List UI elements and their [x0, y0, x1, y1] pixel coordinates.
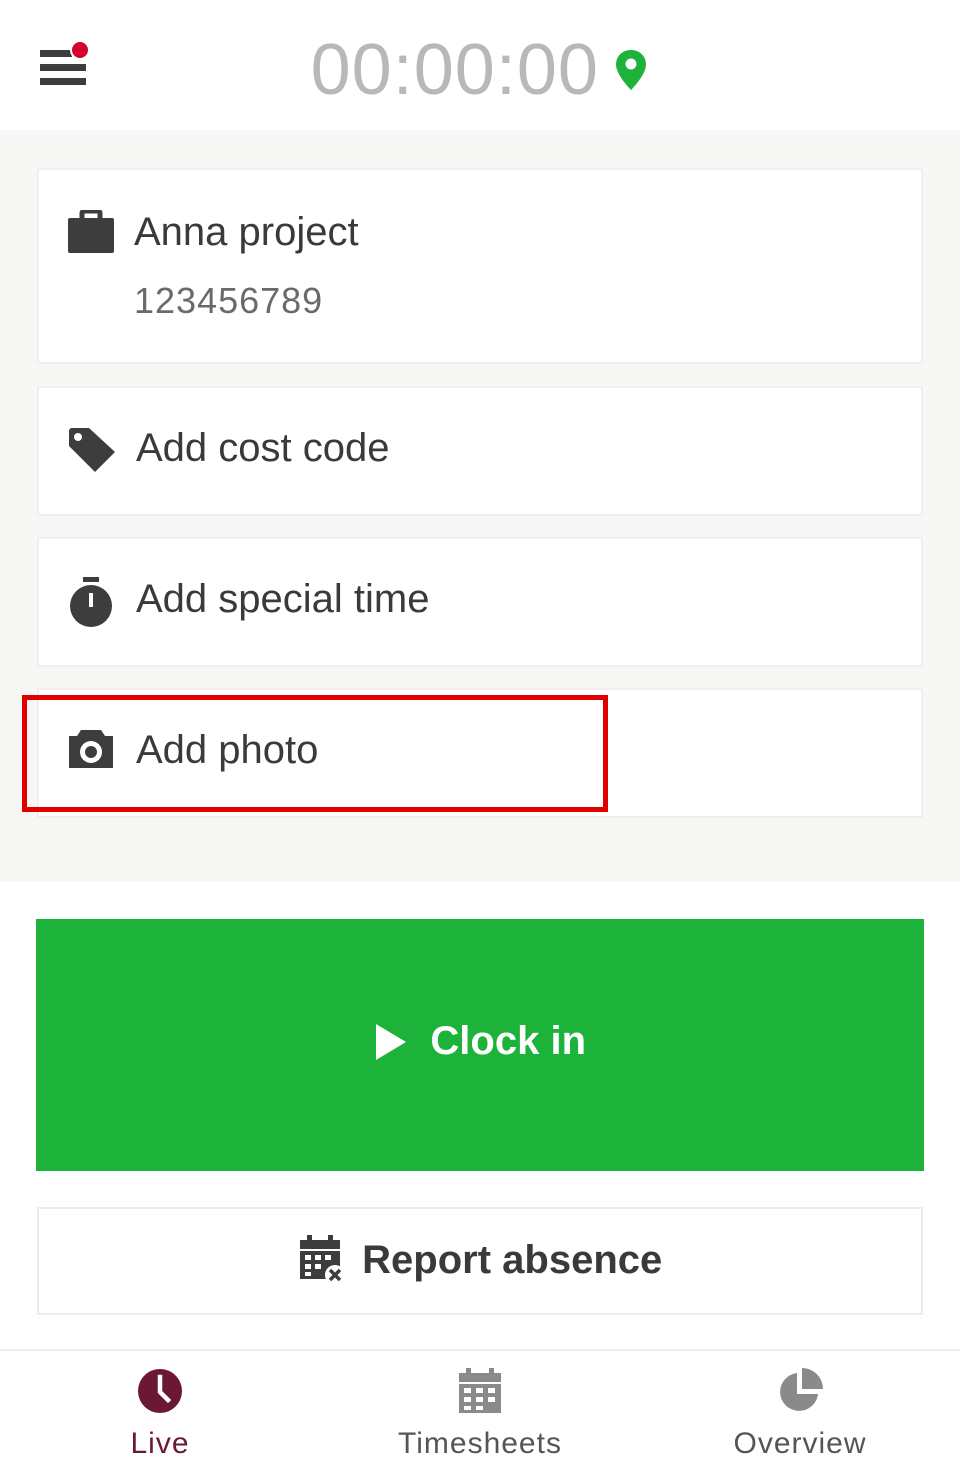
- nav-item-overview[interactable]: Overview: [640, 1351, 960, 1465]
- project-name: Anna project: [134, 210, 359, 254]
- calendar-icon: [459, 1368, 501, 1413]
- stopwatch-icon: [70, 577, 112, 627]
- project-card[interactable]: Anna project 123456789: [37, 168, 923, 364]
- nav-label-live: Live: [130, 1427, 190, 1460]
- timer-display: 00:00:00: [0, 30, 960, 110]
- nav-label-timesheets: Timesheets: [398, 1427, 562, 1460]
- clock-in-label: Clock in: [430, 1019, 587, 1063]
- add-special-time-label: Add special time: [136, 577, 430, 621]
- play-icon: [375, 1023, 406, 1060]
- report-absence-button[interactable]: Report absence: [37, 1207, 923, 1315]
- nav-label-overview: Overview: [733, 1427, 867, 1460]
- briefcase-icon: [68, 210, 114, 253]
- calendar-x-icon: [299, 1235, 345, 1285]
- nav-item-live[interactable]: Live: [0, 1351, 320, 1465]
- add-cost-code-label: Add cost code: [136, 426, 390, 470]
- pie-chart-icon: [780, 1368, 823, 1411]
- clock-in-button[interactable]: Clock in: [36, 919, 924, 1171]
- app-header: 00:00:00: [0, 0, 960, 130]
- timer-text: 00:00:00: [310, 30, 599, 110]
- report-absence-label: Report absence: [362, 1237, 663, 1282]
- nav-item-timesheets[interactable]: Timesheets: [320, 1351, 640, 1465]
- project-number: 123456789: [134, 280, 324, 321]
- clock-icon: [138, 1369, 182, 1413]
- content-area: Anna project 123456789 Add cost code Add…: [0, 130, 960, 882]
- add-photo-button[interactable]: Add photo: [37, 688, 923, 818]
- add-photo-label: Add photo: [136, 728, 319, 772]
- bottom-navigation: Live Timesheets Overview: [0, 1349, 960, 1465]
- tag-icon: [69, 428, 115, 472]
- location-pin-icon: [616, 50, 647, 90]
- add-cost-code-button[interactable]: Add cost code: [37, 386, 923, 516]
- add-special-time-button[interactable]: Add special time: [37, 537, 923, 667]
- camera-icon: [69, 730, 113, 768]
